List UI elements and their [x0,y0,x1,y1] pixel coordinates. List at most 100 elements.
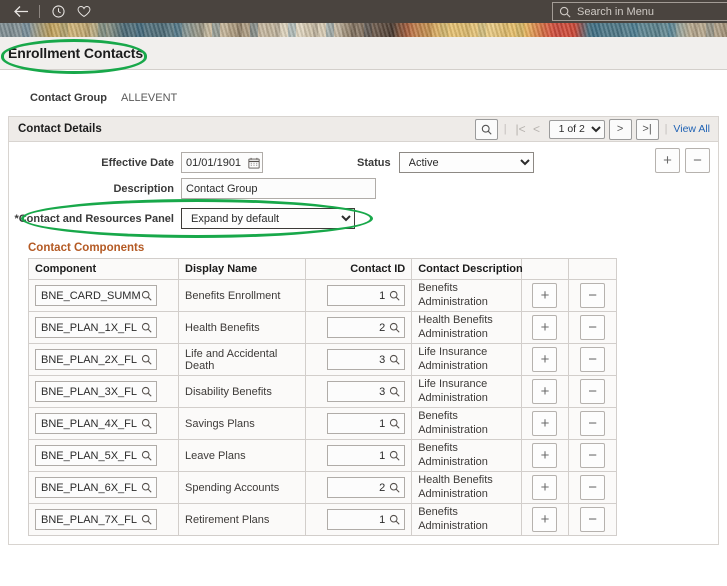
contact-id-field[interactable]: 2 [327,477,406,498]
add-row-button[interactable]: + [532,507,558,532]
cell-contact-id: 3 [304,343,413,376]
component-lookup-field[interactable]: BNE_CARD_SUMM [35,285,157,306]
magnifier-lookup-icon[interactable] [388,385,401,398]
contact-id-field[interactable]: 1 [327,413,406,434]
cell-display-name: Disability Benefits [178,375,306,408]
component-lookup-field[interactable]: BNE_PLAN_2X_FL [35,349,157,370]
delete-row-button[interactable]: − [580,379,606,404]
cell-component: BNE_CARD_SUMM [27,279,180,312]
magnifier-lookup-icon[interactable] [388,417,401,430]
column-header-add [520,258,570,280]
cell-display-name: Benefits Enrollment [178,279,306,312]
delete-row-button[interactable]: − [580,411,606,436]
table-row: BNE_PLAN_4X_FL Savings Plans 1 Benefits Adm… [27,407,617,440]
magnifier-lookup-icon[interactable] [140,417,153,430]
delete-row-button[interactable]: − [580,475,606,500]
magnifier-lookup-icon[interactable] [140,353,153,366]
last-page-icon[interactable]: >| [635,118,659,140]
magnifier-lookup-icon[interactable] [140,449,153,462]
table-row: BNE_PLAN_5X_FL Leave Plans 1 Benefits Admin… [27,439,617,472]
effective-date-field[interactable]: 01/01/1901 [181,152,263,173]
previous-page-icon[interactable]: < [529,122,545,136]
add-row-button[interactable]: + [532,379,558,404]
component-lookup-field[interactable]: BNE_PLAN_4X_FL [35,413,157,434]
cell-delete: − [568,471,617,504]
view-all-link[interactable]: View All [673,123,710,135]
add-row-button[interactable]: + [532,347,558,372]
component-lookup-field[interactable]: BNE_PLAN_6X_FL [35,477,157,498]
delete-row-button[interactable]: − [580,315,606,340]
contact-id-field[interactable]: 2 [327,317,406,338]
contact-id-field[interactable]: 3 [327,349,406,370]
magnifier-lookup-icon[interactable] [388,449,401,462]
cell-contact-id: 1 [304,407,413,440]
component-value: BNE_PLAN_6X_FL [41,481,137,494]
contact-resources-panel-select[interactable]: Expand by default [181,208,355,229]
clock-icon[interactable] [45,0,71,23]
component-lookup-field[interactable]: BNE_PLAN_5X_FL [35,445,157,466]
contact-id-value: 1 [379,417,386,430]
contact-id-value: 1 [379,449,386,462]
magnifier-lookup-icon[interactable] [388,513,401,526]
effective-date-row: Effective Date 01/01/1901 Status Active [9,152,718,173]
contact-id-field[interactable]: 1 [327,285,406,306]
search-icon [559,6,571,18]
magnifier-lookup-icon[interactable] [140,385,153,398]
cell-contact-description: Benefits Administration [411,439,522,472]
effective-date-label: Effective Date [101,156,174,169]
add-row-button[interactable]: + [532,443,558,468]
delete-row-button[interactable]: − [580,283,606,308]
status-select[interactable]: Active [398,152,534,173]
contact-id-field[interactable]: 1 [327,445,406,466]
contact-id-value: 2 [379,481,386,494]
page-indicator-select[interactable]: 1 of 2 [548,119,605,139]
find-search-button[interactable] [474,118,498,140]
row-action-buttons: + − [655,148,710,173]
search-input[interactable]: Search in Menu [552,2,727,21]
top-navigation-bar: Search in Menu [0,0,727,23]
magnifier-lookup-icon[interactable] [388,289,401,302]
cell-contact-id: 2 [304,471,413,504]
first-page-icon[interactable]: |< [513,122,529,136]
cell-add: + [520,503,570,536]
search-placeholder-text: Search in Menu [577,5,655,18]
magnifier-lookup-icon[interactable] [388,353,401,366]
grid-pagination-controls: | |< < 1 of 2 > >| | View All [474,118,710,140]
page-title: Enrollment Contacts [8,45,144,61]
effective-date-value: 01/01/1901 [186,156,242,169]
magnifier-lookup-icon[interactable] [140,481,153,494]
add-effective-dated-row-button[interactable]: + [655,148,680,173]
description-input[interactable] [181,178,376,199]
add-row-button[interactable]: + [532,315,558,340]
contact-id-field[interactable]: 3 [327,381,406,402]
delete-row-button[interactable]: − [580,507,606,532]
magnifier-lookup-icon[interactable] [140,321,153,334]
contact-id-value: 1 [379,513,386,526]
calendar-icon[interactable] [245,153,262,172]
delete-effective-dated-row-button[interactable]: − [685,148,710,173]
component-lookup-field[interactable]: BNE_PLAN_7X_FL [35,509,157,530]
cell-contact-description: Benefits Administration [411,279,522,312]
magnifier-lookup-icon[interactable] [388,481,401,494]
table-row: BNE_PLAN_7X_FL Retirement Plans 1 Benefits … [27,503,617,536]
magnifier-lookup-icon[interactable] [140,513,153,526]
contact-components-section: Contact Components Component Display Nam… [9,233,718,536]
heart-icon[interactable] [71,0,97,23]
magnifier-lookup-icon[interactable] [140,289,153,302]
add-row-button[interactable]: + [532,411,558,436]
contact-resources-panel-label: *Contact and Resources Panel [14,212,174,225]
contact-id-value: 3 [379,353,386,366]
cell-component: BNE_PLAN_7X_FL [27,503,180,536]
add-row-button[interactable]: + [532,283,558,308]
back-arrow-icon[interactable] [8,0,34,23]
component-lookup-field[interactable]: BNE_PLAN_3X_FL [35,381,157,402]
add-row-button[interactable]: + [532,475,558,500]
component-lookup-field[interactable]: BNE_PLAN_1X_FL [35,317,157,338]
contact-id-field[interactable]: 1 [327,509,406,530]
delete-row-button[interactable]: − [580,347,606,372]
cell-display-name: Retirement Plans [178,503,306,536]
next-page-icon[interactable]: > [608,118,632,140]
delete-row-button[interactable]: − [580,443,606,468]
cell-component: BNE_PLAN_1X_FL [27,311,180,344]
magnifier-lookup-icon[interactable] [388,321,401,334]
